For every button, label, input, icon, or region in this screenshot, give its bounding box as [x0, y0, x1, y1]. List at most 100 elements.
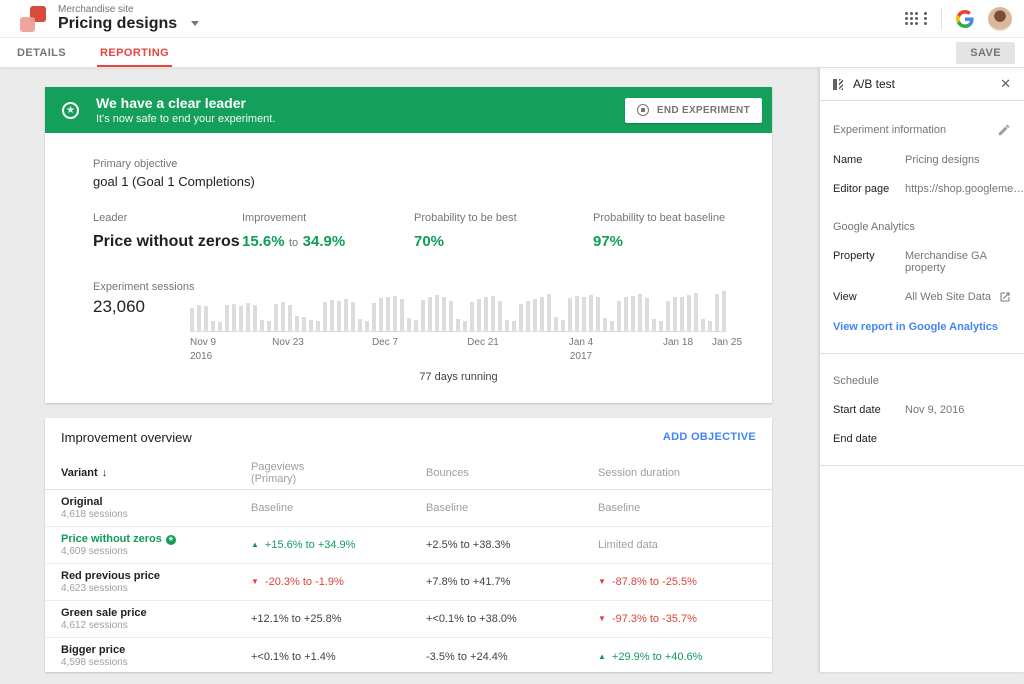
divider [941, 8, 942, 30]
session-bar [351, 302, 355, 331]
open-in-new-icon[interactable] [999, 291, 1011, 303]
overflow-menu-icon[interactable] [924, 12, 927, 15]
arrow-up-icon: ▲ [251, 540, 259, 549]
prob-beat-label: Probability to beat baseline [593, 212, 725, 224]
session-bar [365, 321, 369, 331]
leader-star-icon: ★ [166, 535, 176, 545]
session-bar [393, 296, 397, 331]
session-bar [708, 321, 712, 331]
session-bar [400, 299, 404, 331]
page-title: Pricing designs [58, 15, 177, 32]
variant-sessions: 4,618 sessions [61, 509, 251, 521]
variant-sessions: 4,612 sessions [61, 620, 251, 632]
save-button[interactable]: SAVE [956, 42, 1015, 64]
session-bar [519, 304, 523, 331]
optimize-logo-icon [20, 6, 46, 32]
session-bar [281, 302, 285, 331]
metric-cell: Baseline [598, 502, 772, 514]
session-bar [470, 302, 474, 331]
session-bar [526, 301, 530, 331]
variant-name: Bigger price [61, 644, 251, 657]
name-row: Name Pricing designs [833, 154, 1011, 166]
session-bar [610, 321, 614, 331]
metric-cell: +7.8% to +41.7% [426, 576, 598, 588]
ab-test-panel: A/B test ✕ Experiment information Name P… [820, 68, 1024, 672]
session-bar [477, 299, 481, 331]
primary-objective-label: Primary objective [93, 158, 772, 170]
tab-details[interactable]: DETAILS [0, 38, 83, 67]
session-bar [617, 301, 621, 331]
apps-grid-icon[interactable] [905, 12, 908, 15]
user-avatar[interactable] [988, 7, 1012, 31]
arrow-down-icon: ▼ [598, 614, 606, 623]
google-logo-icon[interactable] [956, 10, 974, 28]
axis-tick: Jan 42017 [569, 337, 593, 362]
metric-cell: ▼-87.8% to -25.5% [598, 576, 772, 588]
variant-name: Green sale price [61, 607, 251, 620]
session-bar [260, 320, 264, 331]
session-bar [204, 306, 208, 331]
session-bar [414, 320, 418, 331]
session-bar [323, 302, 327, 331]
close-icon[interactable]: ✕ [1000, 76, 1011, 92]
sessions-label: Experiment sessions [93, 281, 195, 293]
variant-name: Red previous price [61, 570, 251, 583]
session-bar [358, 319, 362, 331]
tab-reporting[interactable]: REPORTING [83, 38, 186, 67]
improvement-overview-card: Improvement overview ADD OBJECTIVE Varia… [45, 418, 772, 672]
experiment-switcher[interactable]: Merchandise site Pricing designs [58, 4, 199, 33]
sessions-total: 23,060 [93, 297, 145, 317]
session-bar [722, 291, 726, 331]
primary-objective-card: ★ We have a clear leader It's now safe t… [45, 87, 772, 403]
axis-tick: Dec 21 [467, 337, 499, 348]
session-bar [533, 299, 537, 331]
session-bar [547, 294, 551, 331]
metrics-row: Leader Price without zeros Improvement 1… [45, 212, 772, 251]
session-bar [428, 297, 432, 331]
sessions-chart-bars [190, 292, 727, 332]
session-bar [645, 298, 649, 331]
variant-name: Price without zeros★ [61, 533, 251, 546]
banner-subtitle: It's now safe to end your experiment. [96, 112, 275, 126]
session-bar [197, 305, 201, 331]
session-bar [302, 317, 306, 331]
session-bar [316, 321, 320, 331]
metric-cell: Baseline [426, 502, 598, 514]
session-bar [568, 298, 572, 331]
add-objective-button[interactable]: ADD OBJECTIVE [663, 431, 756, 443]
session-bar [372, 303, 376, 331]
panel-title: A/B test [853, 77, 895, 91]
metric-cell: +12.1% to +25.8% [251, 613, 426, 625]
variant-sessions: 4,598 sessions [61, 657, 251, 669]
edit-pencil-icon[interactable] [997, 123, 1011, 137]
table-row: Price without zeros★4,609 sessions▲+15.6… [45, 527, 772, 564]
table-row: Bigger price4,598 sessions+<0.1% to +1.4… [45, 638, 772, 675]
session-bar [631, 296, 635, 331]
metric-cell: Baseline [251, 502, 426, 514]
google-analytics-label: Google Analytics [833, 221, 1011, 233]
metric-cell: -3.5% to +24.4% [426, 651, 598, 663]
session-bar [246, 303, 250, 331]
arrow-down-icon: ▼ [251, 577, 259, 586]
leader-value: Price without zeros [93, 233, 242, 251]
column-pageviews: Pageviews (Primary) [251, 461, 426, 485]
column-variant[interactable]: Variant↓ [61, 467, 251, 479]
session-bar [274, 304, 278, 331]
schedule-label: Schedule [833, 375, 1011, 387]
metric-cell: +2.5% to +38.3% [426, 539, 598, 551]
metric-cell: ▲+29.9% to +40.6% [598, 651, 772, 663]
view-value: All Web Site Data [905, 291, 999, 303]
chevron-down-icon[interactable] [191, 21, 199, 26]
table-header: Variant↓ Pageviews (Primary) Bounces Ses… [45, 456, 772, 490]
sort-down-icon: ↓ [102, 467, 108, 479]
session-bar [288, 305, 292, 331]
session-bar [442, 297, 446, 331]
session-bar [421, 300, 425, 331]
session-bar [694, 293, 698, 331]
session-bar [512, 321, 516, 331]
end-experiment-button[interactable]: END EXPERIMENT [625, 98, 762, 123]
arrow-down-icon: ▼ [598, 577, 606, 586]
axis-tick: Nov 92016 [190, 337, 216, 362]
view-report-link[interactable]: View report in Google Analytics [833, 321, 1011, 333]
session-bar [449, 301, 453, 331]
